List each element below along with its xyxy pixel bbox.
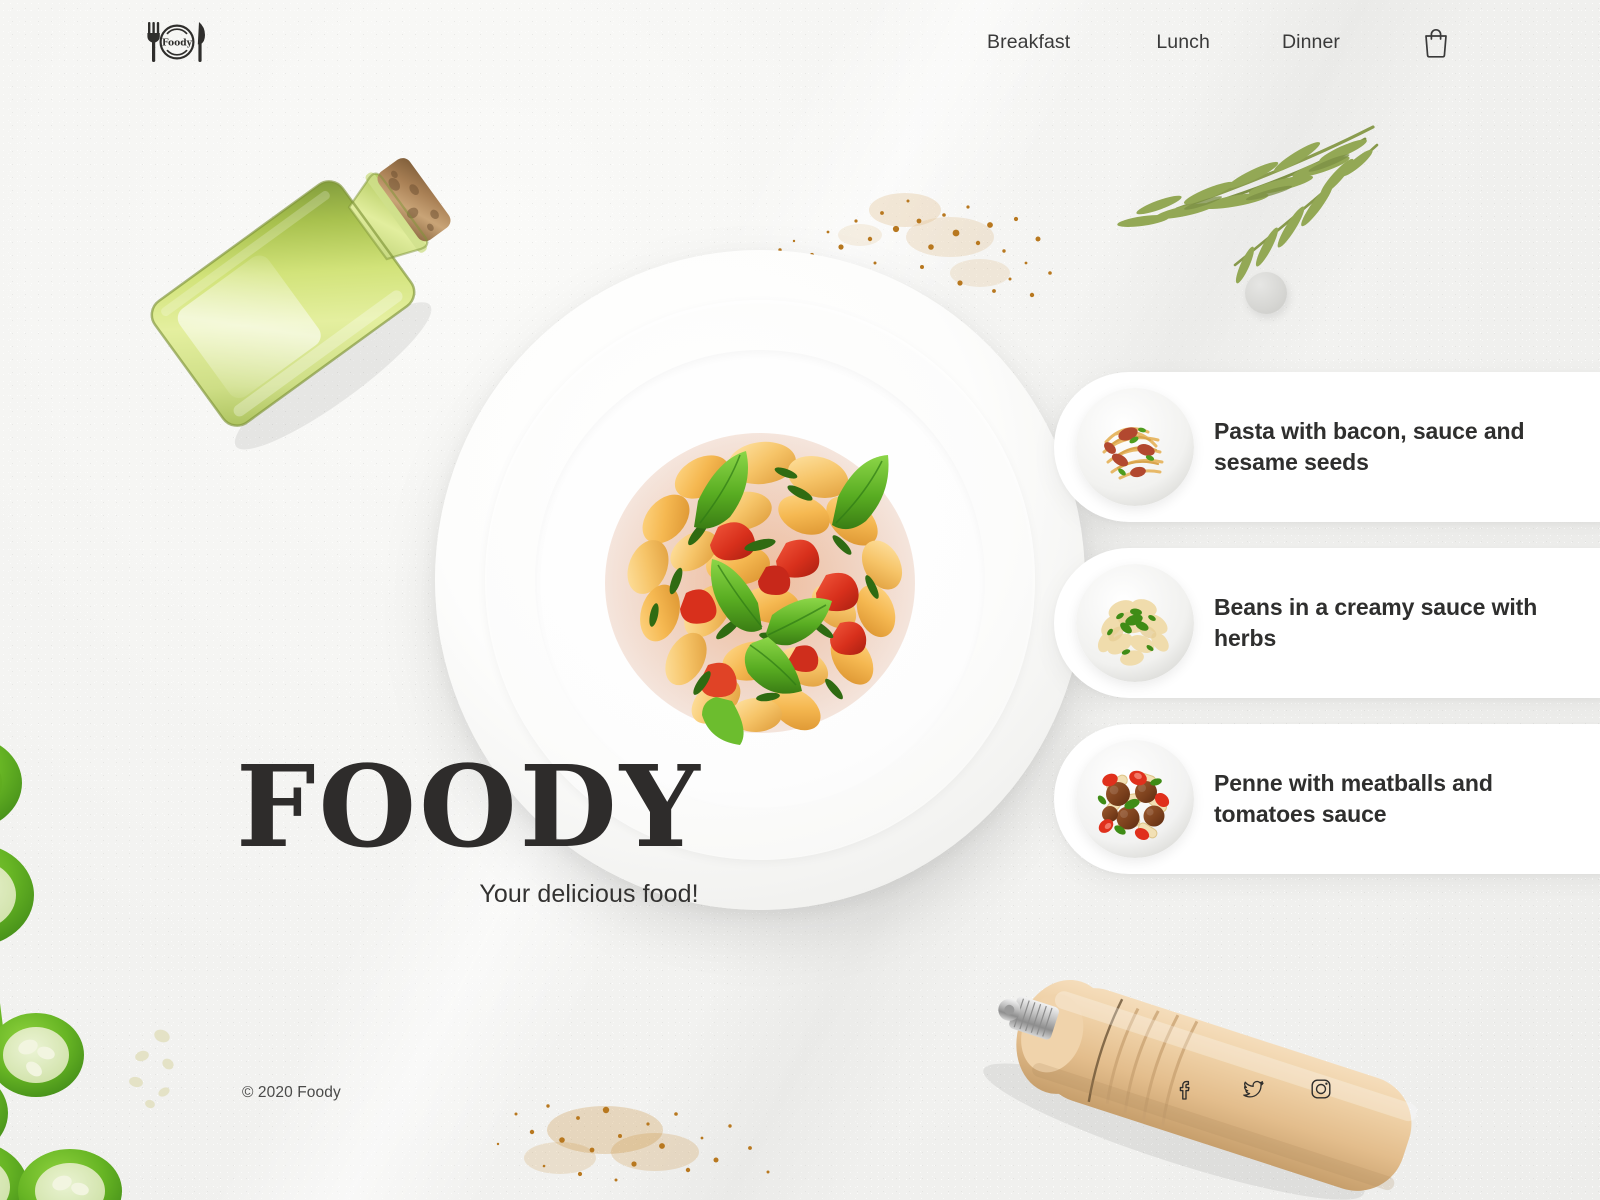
hero-tagline: Your delicious food! [479,880,699,908]
gnocchi-dish-image [605,433,915,745]
social-links [1172,1076,1334,1102]
dish-card-title: Penne with meatballs and tomatoes sauce [1214,769,1493,828]
nav-item-breakfast[interactable]: Breakfast [987,31,1070,54]
page-title: FOODY [236,742,703,873]
copyright-text: © 2020 Foody [242,1084,341,1101]
garlic-clove-dot [1245,272,1287,314]
nav-item-lunch[interactable]: Lunch [1156,31,1210,54]
site-header: Foody Breakfast Lunch Dinner [0,0,1600,86]
dish-thumb-beans-creamy [1076,564,1194,682]
dish-card-list: Pasta with bacon, sauce and sesame seeds [1054,372,1600,874]
instagram-icon[interactable] [1308,1076,1334,1102]
logo-wordmark: Foody [162,37,193,48]
dish-card-beans-creamy[interactable]: Beans in a creamy sauce with herbs [1054,548,1600,698]
dish-card-title: Pasta with bacon, sauce and sesame seeds [1214,417,1525,476]
shopping-bag-icon[interactable] [1422,26,1450,58]
dish-card-title: Beans in a creamy sauce with herbs [1214,593,1538,652]
hero-title-block: FOODY Your delicious food! [236,752,703,909]
dish-card-pasta-bacon[interactable]: Pasta with bacon, sauce and sesame seeds [1054,372,1600,522]
foody-logo[interactable]: Foody [141,14,213,70]
dish-card-penne-meatballs[interactable]: Penne with meatballs and tomatoes sauce [1054,724,1600,874]
dish-thumb-penne-meatballs [1076,740,1194,858]
rosemary-sprigs [1117,125,1379,284]
main-navigation: Breakfast Lunch Dinner [987,26,1450,58]
jalapeno-slices [0,745,122,1200]
dish-thumb-pasta-bacon [1076,388,1194,506]
nav-item-dinner[interactable]: Dinner [1282,31,1340,54]
olive-oil-bottle [150,158,451,450]
pepper-seed-crumbs [129,1029,174,1109]
twitter-icon[interactable] [1240,1076,1266,1102]
facebook-icon[interactable] [1172,1076,1198,1102]
